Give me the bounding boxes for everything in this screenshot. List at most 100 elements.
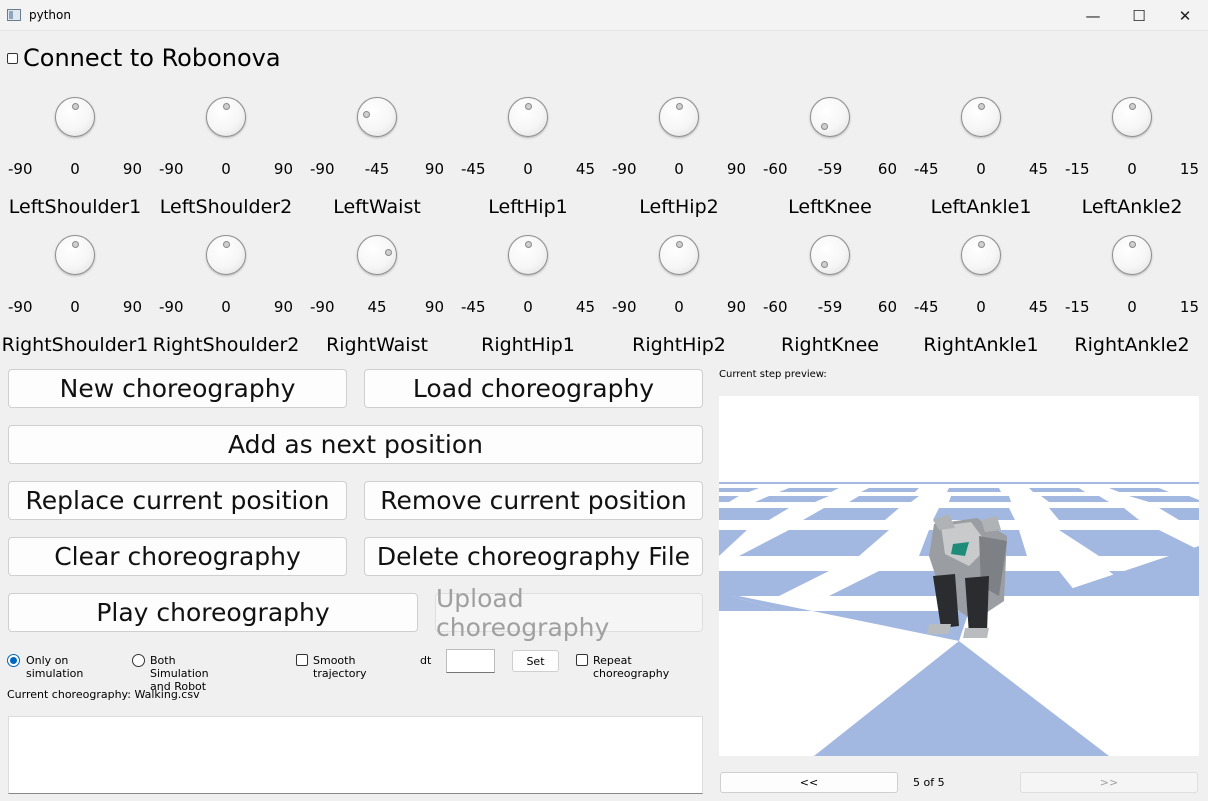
dial-scale: -45 0 45 xyxy=(453,298,603,318)
dial-max-label: 15 xyxy=(1179,160,1199,178)
dial-indicator xyxy=(384,249,392,257)
dial-scale: -60 -59 60 xyxy=(755,298,905,318)
dial-scale: -60 -59 60 xyxy=(755,160,905,180)
set-dt-button[interactable]: Set xyxy=(512,650,559,672)
dial-knob[interactable] xyxy=(1112,235,1152,275)
dial-max-label: 90 xyxy=(122,298,142,316)
dial-scale: -90 0 90 xyxy=(151,298,301,318)
current-choreography-label: Current choreography: Walking.csv xyxy=(7,688,200,701)
dial-indicator xyxy=(1129,241,1136,248)
dial-max-label: 45 xyxy=(575,160,595,178)
upload-choreography-button[interactable]: Upload choreography xyxy=(435,584,703,642)
dial-indicator xyxy=(223,103,230,110)
dial-knob[interactable] xyxy=(659,97,699,137)
dial-knob[interactable] xyxy=(357,97,397,137)
choreography-positions-list[interactable] xyxy=(8,716,703,794)
load-choreography-button[interactable]: Load choreography xyxy=(364,369,703,408)
dial-max-label: 90 xyxy=(726,298,746,316)
connect-checkbox-box[interactable] xyxy=(7,52,18,64)
minimize-button[interactable]: — xyxy=(1070,0,1116,31)
dial-name-label: RightHip1 xyxy=(481,334,575,356)
dial-indicator xyxy=(525,103,532,110)
dial-scale: -90 0 90 xyxy=(604,298,754,318)
dial-indicator xyxy=(676,241,683,248)
dial-knob[interactable] xyxy=(357,235,397,275)
dial-indicator xyxy=(525,241,532,248)
preview-scene xyxy=(719,396,1199,756)
connect-robonova-checkbox[interactable]: Connect to Robonova xyxy=(7,44,281,72)
step-indicator: 5 of 5 xyxy=(913,776,945,789)
dial-knob[interactable] xyxy=(55,235,95,275)
window-title: python xyxy=(29,8,71,22)
dial-knob[interactable] xyxy=(55,97,95,137)
only-simulation-radio[interactable] xyxy=(7,654,20,667)
maximize-button[interactable]: ☐ xyxy=(1116,0,1162,31)
dial-name-label: RightShoulder2 xyxy=(152,334,300,356)
only-simulation-label[interactable]: Only on simulation xyxy=(26,654,83,680)
dial-indicator xyxy=(72,241,79,248)
dial-indicator xyxy=(363,111,371,119)
dial-indicator xyxy=(676,103,683,110)
dial-max-label: 15 xyxy=(1179,298,1199,316)
dial-max-label: 90 xyxy=(424,160,444,178)
repeat-choreography-label[interactable]: Repeat choreography xyxy=(593,654,669,680)
dial-knob[interactable] xyxy=(206,235,246,275)
app-window-icon xyxy=(7,9,21,21)
previous-step-button[interactable]: << xyxy=(720,772,898,793)
dial-knob[interactable] xyxy=(810,97,850,137)
dial-indicator xyxy=(223,241,230,248)
remove-position-button[interactable]: Remove current position xyxy=(364,481,703,520)
dial-scale: -15 0 15 xyxy=(1057,298,1207,318)
step-preview-view xyxy=(719,396,1199,756)
dial-name-label: RightWaist xyxy=(326,334,428,356)
dial-indicator xyxy=(821,123,829,131)
dial-name-label: LeftShoulder2 xyxy=(159,196,293,218)
title-bar: python — ☐ ✕ xyxy=(0,0,1208,31)
add-next-position-button[interactable]: Add as next position xyxy=(8,425,703,464)
play-choreography-button[interactable]: Play choreography xyxy=(8,593,418,632)
clear-choreography-button[interactable]: Clear choreography xyxy=(8,537,347,576)
dial-name-label: LeftHip1 xyxy=(488,196,568,218)
dial-knob[interactable] xyxy=(810,235,850,275)
dial-max-label: 45 xyxy=(1028,160,1048,178)
dial-name-label: RightKnee xyxy=(781,334,879,356)
both-sim-robot-radio[interactable] xyxy=(132,654,145,667)
connect-label: Connect to Robonova xyxy=(23,44,281,72)
dial-max-label: 90 xyxy=(273,160,293,178)
dial-name-label: LeftAnkle1 xyxy=(930,196,1032,218)
dt-input[interactable] xyxy=(446,649,495,673)
dial-scale: -45 0 45 xyxy=(453,160,603,180)
dial-knob[interactable] xyxy=(508,235,548,275)
smooth-trajectory-label[interactable]: Smooth trajectory xyxy=(313,654,367,680)
dial-scale: -90 -45 90 xyxy=(302,160,452,180)
dial-max-label: 45 xyxy=(1028,298,1048,316)
dial-scale: -45 0 45 xyxy=(906,160,1056,180)
delete-choreography-file-button[interactable]: Delete choreography File xyxy=(364,537,703,576)
dial-name-label: RightAnkle1 xyxy=(923,334,1039,356)
dial-max-label: 60 xyxy=(877,298,897,316)
dial-knob[interactable] xyxy=(961,97,1001,137)
repeat-choreography-checkbox[interactable] xyxy=(576,654,588,666)
close-button[interactable]: ✕ xyxy=(1162,0,1208,31)
dial-indicator xyxy=(72,103,79,110)
dial-knob[interactable] xyxy=(206,97,246,137)
dial-max-label: 90 xyxy=(122,160,142,178)
dial-scale: -90 0 90 xyxy=(151,160,301,180)
dial-name-label: RightAnkle2 xyxy=(1074,334,1190,356)
dial-knob[interactable] xyxy=(961,235,1001,275)
new-choreography-button[interactable]: New choreography xyxy=(8,369,347,408)
dial-name-label: LeftAnkle2 xyxy=(1081,196,1183,218)
dial-scale: -90 0 90 xyxy=(604,160,754,180)
smooth-trajectory-checkbox[interactable] xyxy=(296,654,308,666)
replace-position-button[interactable]: Replace current position xyxy=(8,481,347,520)
dial-max-label: 45 xyxy=(575,298,595,316)
dial-scale: -90 45 90 xyxy=(302,298,452,318)
dial-scale: -90 0 90 xyxy=(0,160,150,180)
dial-knob[interactable] xyxy=(659,235,699,275)
dial-max-label: 60 xyxy=(877,160,897,178)
dial-knob[interactable] xyxy=(1112,97,1152,137)
next-step-button[interactable]: >> xyxy=(1020,772,1198,793)
dial-knob[interactable] xyxy=(508,97,548,137)
dial-indicator xyxy=(821,261,829,269)
dial-name-label: LeftShoulder1 xyxy=(8,196,142,218)
